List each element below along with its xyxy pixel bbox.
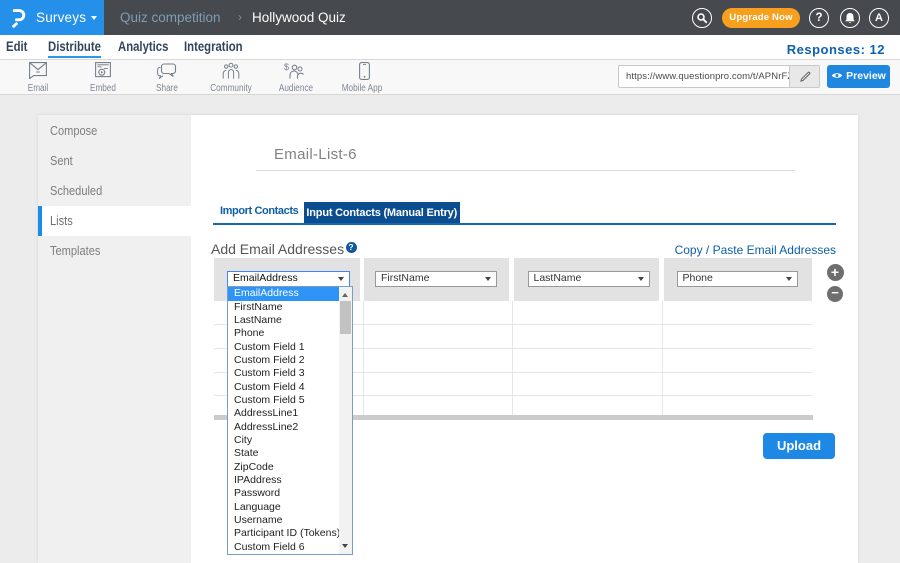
svg-text:$: $ — [284, 62, 289, 72]
